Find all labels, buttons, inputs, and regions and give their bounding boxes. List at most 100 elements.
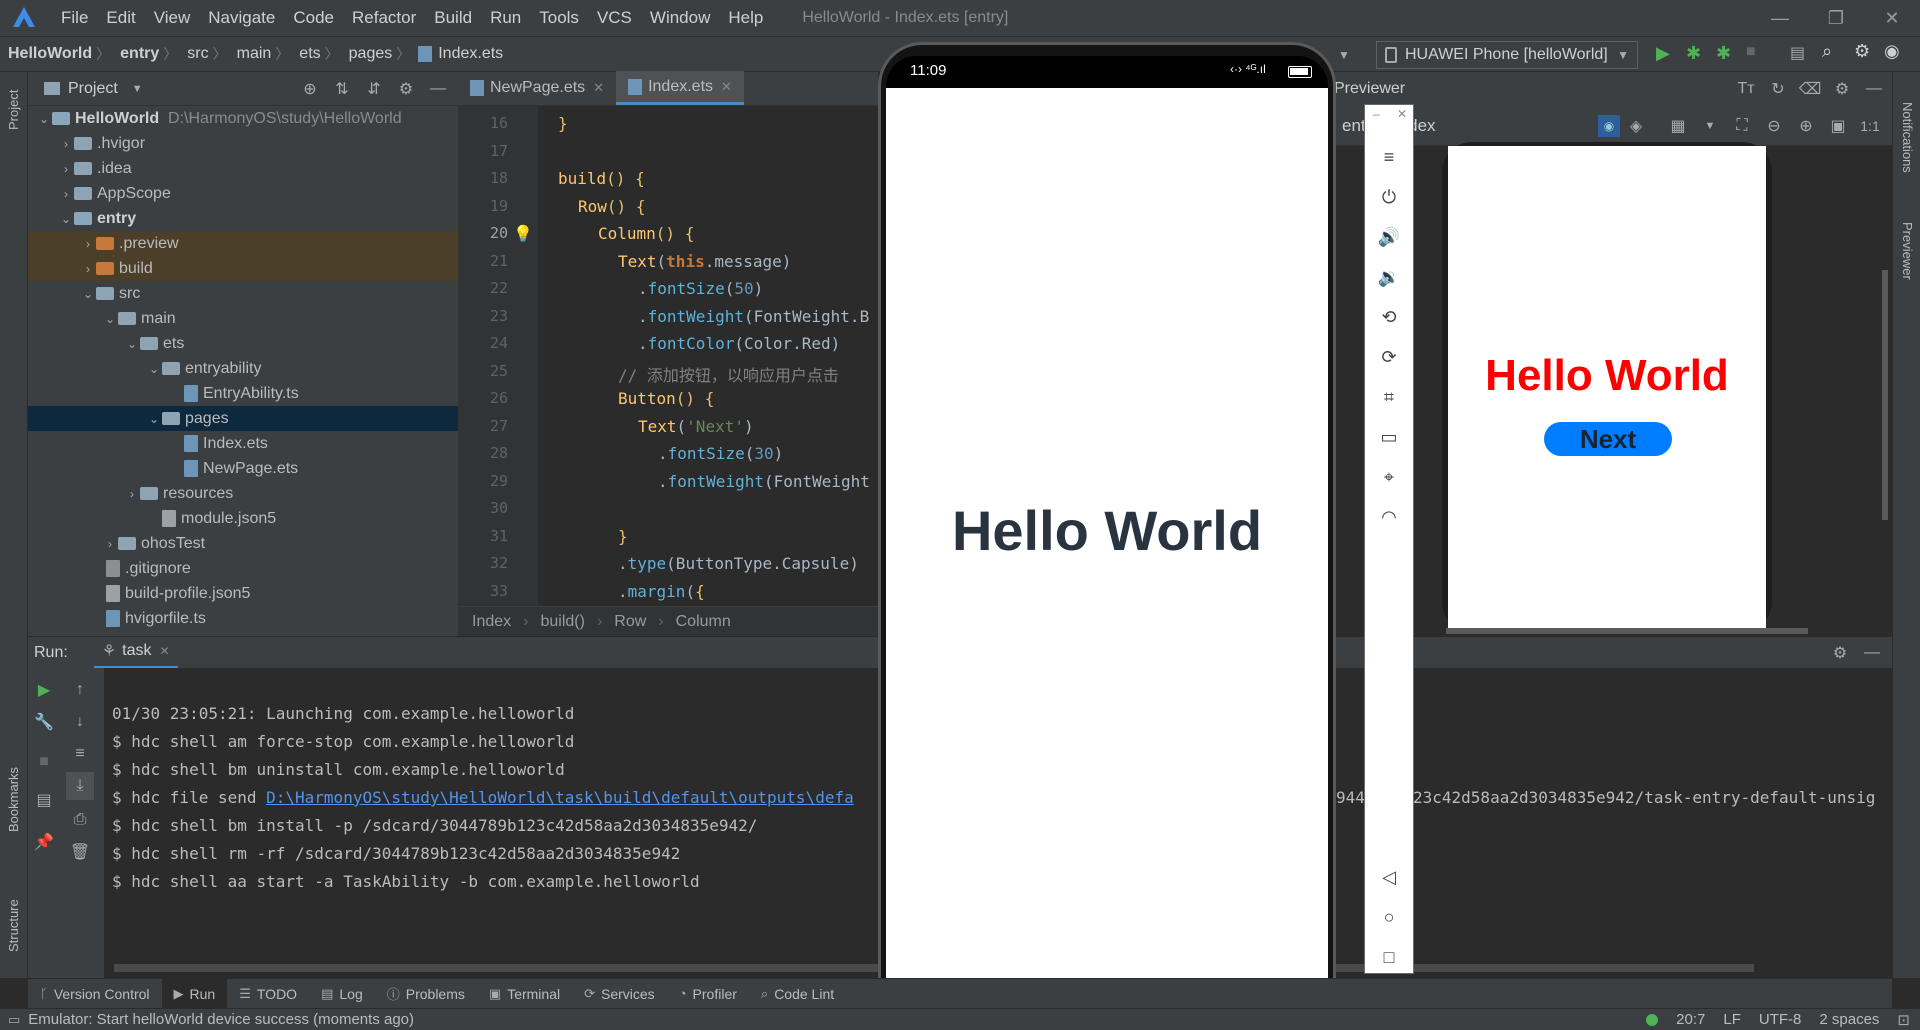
- trash-icon[interactable]: 🗑: [66, 838, 94, 866]
- back-icon[interactable]: ◁: [1365, 859, 1413, 895]
- volume-down-icon[interactable]: 🔉: [1365, 259, 1413, 295]
- zoom-in-icon[interactable]: ⊕: [1794, 114, 1818, 138]
- line-ending[interactable]: LF: [1723, 1011, 1741, 1028]
- clear-icon[interactable]: ⌫: [1798, 77, 1822, 101]
- chevron-down-icon[interactable]: ▼: [132, 83, 143, 95]
- tree-node-main[interactable]: ⌄ main: [28, 306, 458, 331]
- tree-node-src[interactable]: ⌄ src: [28, 281, 458, 306]
- lightbulb-icon[interactable]: 💡: [513, 224, 533, 244]
- multi-device-icon[interactable]: ▦: [1666, 114, 1690, 138]
- stripe-previewer[interactable]: Previewer: [1900, 222, 1915, 280]
- settings-icon[interactable]: ⚙: [1854, 41, 1870, 62]
- tree-node-ohostest[interactable]: › ohosTest: [28, 531, 458, 556]
- crumb-build[interactable]: build(): [534, 613, 590, 631]
- emulator-minimize-icon[interactable]: –: [1373, 107, 1380, 121]
- tree-node-module-json5[interactable]: module.json5: [28, 506, 458, 531]
- home-icon[interactable]: ○: [1365, 899, 1413, 935]
- tab-index[interactable]: Index.ets ✕: [616, 71, 744, 105]
- indent-setting[interactable]: 2 spaces: [1819, 1011, 1879, 1028]
- stripe-project[interactable]: Project: [6, 90, 21, 130]
- close-tab-icon[interactable]: ✕: [593, 80, 604, 96]
- locate-icon[interactable]: ⊕: [298, 77, 322, 101]
- crumb-row[interactable]: Row: [608, 613, 652, 631]
- breadcrumb-pages[interactable]: pages: [341, 45, 395, 63]
- scroll-up-icon[interactable]: ↑: [66, 676, 94, 704]
- tool-problems[interactable]: ⓘ Problems: [375, 979, 477, 1009]
- menu-edit[interactable]: Edit: [97, 8, 144, 28]
- rerun-icon[interactable]: ▶: [30, 676, 58, 704]
- breadcrumb-src[interactable]: src: [179, 45, 210, 63]
- tab-newpage[interactable]: NewPage.ets ✕: [458, 71, 616, 105]
- breadcrumb-file[interactable]: Index.ets: [438, 45, 505, 63]
- zoom-out-icon[interactable]: ⊖: [1762, 114, 1786, 138]
- menu-run[interactable]: Run: [481, 8, 530, 28]
- tree-node-ets[interactable]: ⌄ ets: [28, 331, 458, 356]
- tree-node-newpage-ets[interactable]: NewPage.ets: [28, 456, 458, 481]
- minimize-icon[interactable]: —: [1752, 0, 1808, 36]
- stop-icon[interactable]: ■: [1746, 43, 1756, 61]
- menu-help[interactable]: Help: [719, 8, 772, 28]
- tool-profiler[interactable]: ◔ Profiler: [667, 979, 749, 1009]
- breadcrumb-main[interactable]: main: [229, 45, 274, 63]
- font-size-icon[interactable]: Tт: [1734, 77, 1758, 101]
- soft-wrap-icon[interactable]: ≡: [66, 740, 94, 768]
- menu-code[interactable]: Code: [284, 8, 343, 28]
- emulator-close-icon[interactable]: ✕: [1397, 107, 1407, 121]
- tree-node-pages[interactable]: ⌄ pages: [28, 406, 458, 431]
- menu-navigate[interactable]: Navigate: [199, 8, 284, 28]
- project-structure-icon[interactable]: ▤: [1790, 43, 1805, 63]
- menu-vcs[interactable]: VCS: [588, 8, 641, 28]
- gear-icon[interactable]: ⚙: [1830, 77, 1854, 101]
- layout-icon[interactable]: ▤: [30, 786, 58, 814]
- hide-panel-icon[interactable]: —: [1860, 641, 1884, 665]
- close-tab-icon[interactable]: ✕: [159, 644, 169, 658]
- menu-icon[interactable]: ≡: [1365, 139, 1413, 175]
- refresh-icon[interactable]: ↻: [1766, 77, 1790, 101]
- tree-node-hvigorfile[interactable]: hvigorfile.ts: [28, 606, 458, 631]
- tree-node-index-ets[interactable]: Index.ets: [28, 431, 458, 456]
- menu-view[interactable]: View: [145, 8, 200, 28]
- menu-tools[interactable]: Tools: [530, 8, 588, 28]
- attach-debugger-icon[interactable]: ✱: [1716, 43, 1731, 64]
- preview-vertical-scrollbar[interactable]: [1882, 270, 1888, 520]
- power-icon[interactable]: ⏻: [1365, 179, 1413, 215]
- lock-icon[interactable]: ⊡: [1897, 1011, 1910, 1029]
- crumb-column[interactable]: Column: [670, 613, 737, 631]
- account-icon[interactable]: ◉: [1884, 41, 1900, 62]
- file-encoding[interactable]: UTF-8: [1759, 1011, 1802, 1028]
- code-editor[interactable]: } build() { Row() { Column() { Text(this…: [538, 106, 878, 606]
- tree-node-root[interactable]: ⌄ HelloWorld D:\HarmonyOS\study\HelloWorl…: [28, 106, 458, 131]
- hide-panel-icon[interactable]: —: [426, 77, 450, 101]
- search-icon[interactable]: ⌕: [1822, 41, 1832, 62]
- breadcrumb-ets[interactable]: ets: [291, 45, 322, 63]
- location-icon[interactable]: ⌖: [1365, 459, 1413, 495]
- scroll-down-icon[interactable]: ↓: [66, 708, 94, 736]
- tool-services[interactable]: ⟳ Services: [572, 979, 667, 1009]
- tool-run[interactable]: ▶ Run: [161, 978, 228, 1009]
- volume-up-icon[interactable]: 🔊: [1365, 219, 1413, 255]
- stop-icon[interactable]: ■: [30, 748, 58, 776]
- menu-file[interactable]: File: [52, 8, 97, 28]
- cursor-position[interactable]: 20:7: [1676, 1011, 1705, 1028]
- tree-node-gitignore[interactable]: .gitignore: [28, 556, 458, 581]
- wifi-icon[interactable]: ◠: [1365, 499, 1413, 535]
- chevron-down-icon[interactable]: ▼: [1698, 114, 1722, 138]
- tool-code-lint[interactable]: ⌕ Code Lint: [749, 979, 846, 1009]
- wrench-icon[interactable]: 🔧: [30, 708, 58, 736]
- scroll-to-end-icon[interactable]: ⤓: [66, 772, 94, 800]
- project-panel-title[interactable]: Project: [68, 80, 118, 98]
- recents-icon[interactable]: □: [1365, 939, 1413, 975]
- status-message[interactable]: Emulator: Start helloWorld device succes…: [28, 1011, 414, 1028]
- rotate-left-icon[interactable]: ⟲: [1365, 299, 1413, 335]
- fit-icon[interactable]: ⛶: [1730, 114, 1754, 138]
- gear-icon[interactable]: ⚙: [394, 77, 418, 101]
- menu-refactor[interactable]: Refactor: [343, 8, 425, 28]
- stripe-bookmarks[interactable]: Bookmarks: [6, 767, 21, 832]
- tool-log[interactable]: ▤ Log: [309, 979, 375, 1009]
- print-icon[interactable]: ⎙: [66, 806, 94, 834]
- rotate-right-icon[interactable]: ⟳: [1365, 339, 1413, 375]
- tool-version-control[interactable]: ᚴ Version Control: [28, 979, 162, 1009]
- maximize-icon[interactable]: ❐: [1808, 0, 1864, 36]
- expand-all-icon[interactable]: ⇅: [330, 77, 354, 101]
- close-tab-icon[interactable]: ✕: [721, 79, 732, 95]
